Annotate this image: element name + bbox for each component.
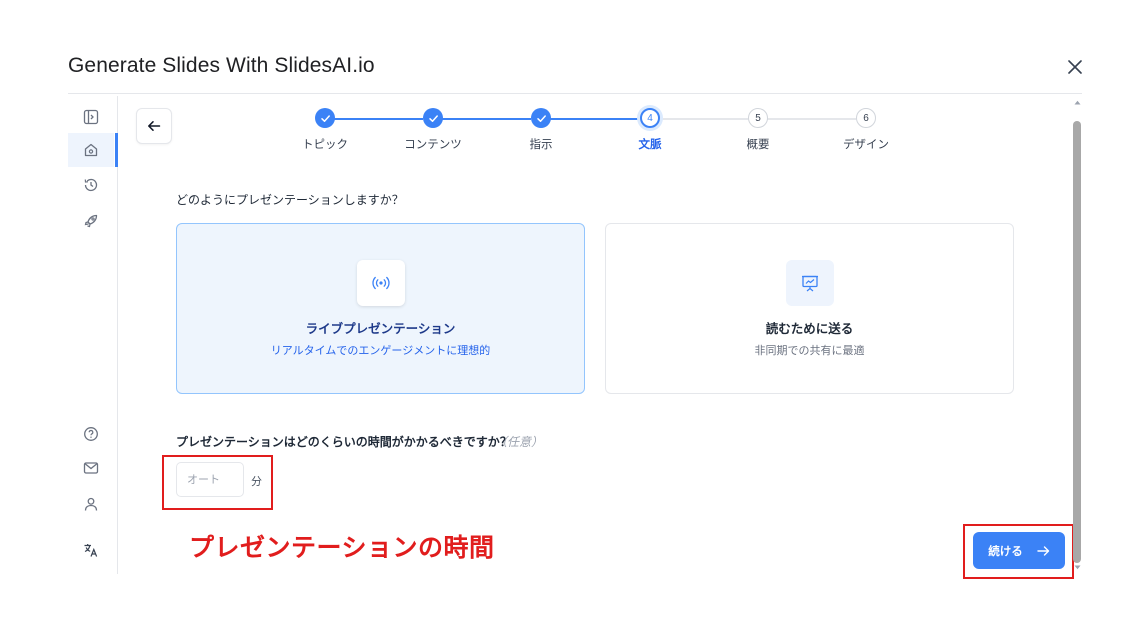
home-icon <box>84 143 98 157</box>
step-4-label: 文脈 <box>638 137 662 151</box>
step-5-label: 概要 <box>746 137 770 151</box>
continue-label: 続ける <box>988 543 1023 558</box>
option-icon-box <box>786 260 834 306</box>
panel-toggle-icon <box>83 109 99 125</box>
mail-icon <box>83 462 99 474</box>
sidebar-item-user[interactable] <box>68 487 114 521</box>
check-icon <box>536 114 546 122</box>
presentation-board-icon <box>802 275 818 292</box>
dialog-title: Generate Slides With SlidesAI.io <box>68 54 375 77</box>
step-5-circle[interactable]: 5 <box>748 108 768 128</box>
step-6-circle[interactable]: 6 <box>856 108 876 128</box>
close-button[interactable] <box>1064 56 1086 78</box>
step-2-label: コンテンツ <box>404 137 462 151</box>
continue-button[interactable]: 続ける <box>973 532 1065 569</box>
scroll-down-arrow[interactable] <box>1072 562 1082 572</box>
translate-icon <box>84 544 98 557</box>
user-icon <box>84 497 98 511</box>
step-4-circle[interactable]: 4 <box>640 108 660 128</box>
rocket-icon <box>84 214 98 228</box>
step-connector <box>766 118 856 120</box>
step-connector <box>442 118 531 120</box>
sidebar-item-rocket[interactable] <box>68 204 114 238</box>
help-icon <box>84 427 98 441</box>
duration-question: プレゼンテーションはどのくらいの時間がかかるべきですか？ <box>176 435 512 449</box>
option-send-to-read[interactable]: 読むために送る 非同期での共有に最適 <box>605 223 1014 394</box>
arrow-right-icon <box>1037 545 1049 556</box>
sidebar-item-translate[interactable] <box>68 533 114 567</box>
scroll-up-arrow[interactable] <box>1072 97 1082 107</box>
caret-up-icon <box>1074 100 1080 104</box>
check-icon <box>428 114 438 122</box>
step-1-label: トピック <box>302 137 348 151</box>
annotation-caption: プレゼンテーションの時間 <box>189 533 495 562</box>
caret-down-icon <box>1074 565 1080 569</box>
sidebar-item-panel-toggle[interactable] <box>68 100 114 134</box>
option-icon-box <box>357 260 405 306</box>
title-divider <box>68 93 1082 94</box>
sidebar-item-mail[interactable] <box>68 451 114 485</box>
step-connector <box>660 118 748 120</box>
step-connector <box>334 118 423 120</box>
presentation-mode-question: どのようにプレゼンテーションしますか？ <box>176 193 404 207</box>
sidebar-item-history[interactable] <box>68 168 114 202</box>
broadcast-icon <box>372 276 390 290</box>
step-1-circle[interactable] <box>315 108 335 128</box>
annotation-highlight-duration <box>162 455 273 510</box>
back-button[interactable] <box>136 108 172 144</box>
option-description: 非同期での共有に最適 <box>754 344 865 357</box>
step-3-label: 指示 <box>529 137 553 151</box>
step-connector <box>550 118 640 120</box>
option-title: ライブプレゼンテーション <box>305 321 456 336</box>
sidebar-item-help[interactable] <box>68 417 114 451</box>
sidebar-item-home[interactable] <box>68 133 118 167</box>
option-description: リアルタイムでのエンゲージメントに理想的 <box>270 344 491 357</box>
step-3-circle[interactable] <box>531 108 551 128</box>
step-2-circle[interactable] <box>423 108 443 128</box>
step-6-label: デザイン <box>843 137 889 151</box>
arrow-left-icon <box>148 121 161 131</box>
scrollbar-thumb[interactable] <box>1073 121 1081 563</box>
check-icon <box>320 114 330 122</box>
history-icon <box>84 178 98 192</box>
option-title: 読むために送る <box>765 321 854 336</box>
optional-label: （任意） <box>495 435 544 449</box>
option-live-presentation[interactable]: ライブプレゼンテーション リアルタイムでのエンゲージメントに理想的 <box>176 223 585 394</box>
close-icon <box>1068 60 1082 74</box>
sidebar <box>68 96 118 574</box>
